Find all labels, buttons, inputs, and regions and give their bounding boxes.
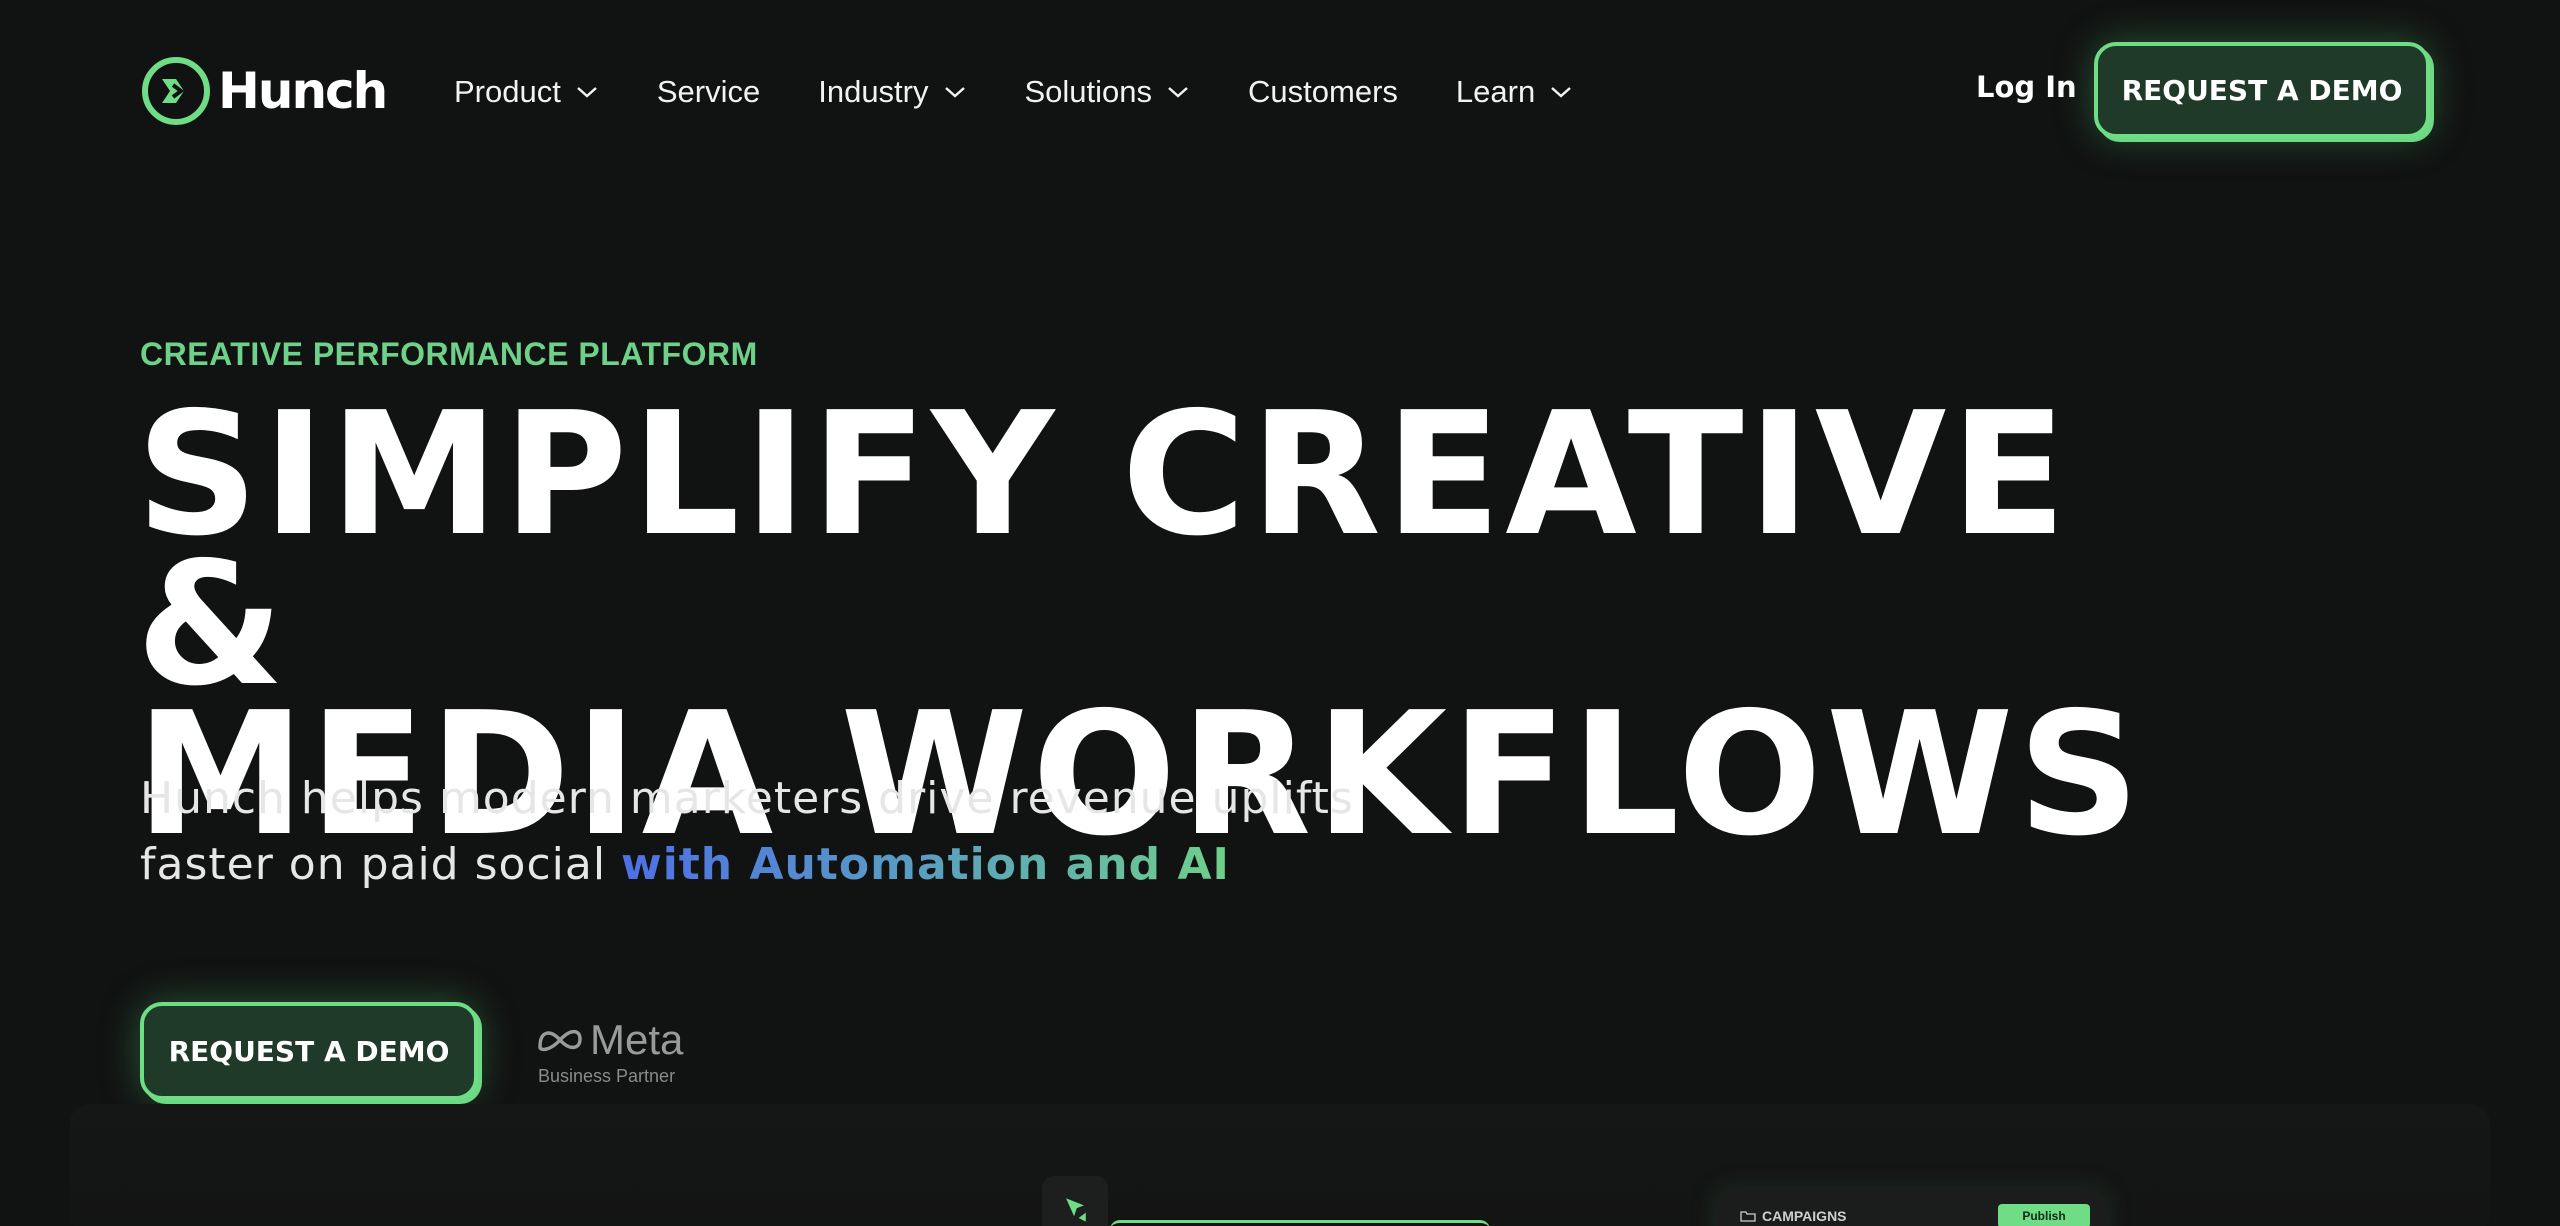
preview-card-edge xyxy=(1110,1220,1490,1226)
subtext-line-1: Hunch helps modern marketers drive reven… xyxy=(140,773,1354,824)
nav-item-label: Customers xyxy=(1248,74,1398,109)
nav-item-learn[interactable]: Learn xyxy=(1456,74,1573,110)
meta-logo: Meta xyxy=(536,1016,683,1064)
nav-item-label: Service xyxy=(656,74,761,109)
nav-item-customers[interactable]: Customers xyxy=(1248,74,1398,110)
nav-item-industry[interactable]: Industry xyxy=(818,74,966,110)
nav-item-label: Product xyxy=(454,74,561,109)
hunch-logo-icon xyxy=(142,57,210,125)
product-preview-band xyxy=(70,1104,2490,1226)
campaigns-title-text: CAMPAIGNS xyxy=(1762,1208,1847,1224)
nav-item-product[interactable]: Product xyxy=(454,74,599,110)
login-link[interactable]: Log In xyxy=(1976,70,2077,104)
hero-subtext: Hunch helps modern marketers drive reven… xyxy=(140,766,1440,898)
nav-item-solutions[interactable]: Solutions xyxy=(1025,74,1191,110)
publish-button[interactable]: Publish xyxy=(1998,1204,2090,1226)
cursor-tile xyxy=(1042,1176,1108,1226)
meta-business-partner-badge: Meta Business Partner xyxy=(536,1016,683,1087)
campaigns-card: CAMPAIGNS Publish xyxy=(1716,1190,2106,1226)
main-menu: Product Service Industry Solutions Custo… xyxy=(454,66,1631,118)
campaigns-header: CAMPAIGNS xyxy=(1740,1208,1847,1224)
chevron-down-icon xyxy=(1168,87,1188,98)
top-navigation: Hunch Product Service Industry Solutions… xyxy=(0,0,2560,184)
nav-item-service[interactable]: Service xyxy=(657,74,760,110)
subtext-highlight: with Automation and AI xyxy=(621,839,1230,890)
folder-icon xyxy=(1740,1211,1756,1222)
request-demo-button-nav[interactable]: REQUEST A DEMO xyxy=(2094,42,2430,138)
chevron-down-icon xyxy=(577,87,597,98)
chevron-down-icon xyxy=(944,87,965,98)
nav-item-label: Solutions xyxy=(1024,74,1153,109)
hero-eyebrow: CREATIVE PERFORMANCE PLATFORM xyxy=(140,336,758,372)
cursor-arrow-icon xyxy=(1066,1198,1086,1222)
request-demo-button-hero[interactable]: REQUEST A DEMO xyxy=(140,1002,478,1100)
nav-item-label: Industry xyxy=(818,74,929,109)
hunch-logo[interactable]: Hunch xyxy=(140,54,388,128)
nav-item-label: Learn xyxy=(1455,74,1536,109)
meta-wordmark: Meta xyxy=(590,1016,684,1063)
chevron-down-icon xyxy=(1551,87,1572,98)
headline-line-1: SIMPLIFY CREATIVE & xyxy=(136,376,2071,724)
meta-infinity-icon xyxy=(538,1029,582,1052)
meta-caption: Business Partner xyxy=(538,1066,676,1086)
subtext-line-2: faster on paid social xyxy=(140,839,622,890)
brand-name: Hunch xyxy=(218,62,388,120)
